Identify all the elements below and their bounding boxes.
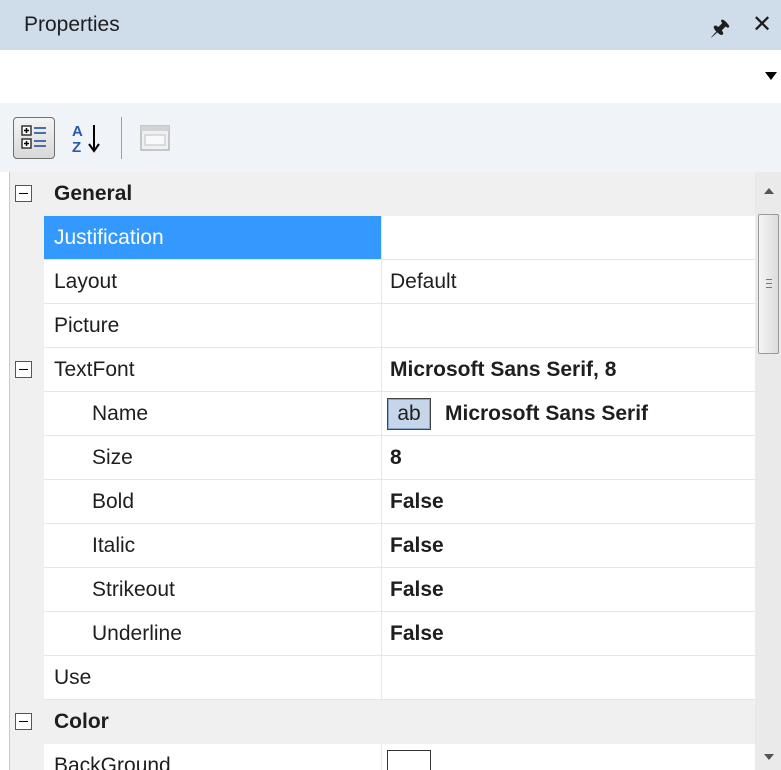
collapse-icon[interactable] <box>15 361 32 378</box>
svg-text:Z: Z <box>72 139 81 156</box>
scroll-down-arrow-icon[interactable] <box>764 754 774 760</box>
property-pages-button[interactable] <box>134 117 176 159</box>
category-row-color[interactable]: Color <box>10 700 756 744</box>
pin-icon[interactable]: 🖈 <box>710 11 730 49</box>
collapse-icon[interactable] <box>15 185 32 202</box>
property-value[interactable]: 8 <box>382 446 402 470</box>
property-row-italic[interactable]: Italic False <box>10 524 756 568</box>
grip-line <box>766 279 772 280</box>
property-value[interactable]: Microsoft Sans Serif <box>431 402 648 426</box>
property-row-textfont[interactable]: TextFont Microsoft Sans Serif, 8 <box>10 348 756 392</box>
property-name: Strikeout <box>92 577 175 601</box>
property-value[interactable]: False <box>382 534 444 558</box>
property-value[interactable]: False <box>382 578 444 602</box>
panel-title: Properties <box>24 13 120 36</box>
gutter <box>10 172 44 216</box>
grip-line <box>766 283 772 284</box>
property-value[interactable]: Default <box>382 270 457 294</box>
toolbar-separator <box>121 117 122 159</box>
property-name: Picture <box>54 313 120 337</box>
properties-toolbar: A Z <box>0 103 781 172</box>
font-preview: ab <box>387 397 431 430</box>
alphabetical-button[interactable]: A Z <box>66 117 108 159</box>
category-label: Color <box>54 710 109 733</box>
property-name: Use <box>54 665 92 689</box>
categorized-button[interactable] <box>13 117 55 159</box>
categorized-icon <box>21 125 46 149</box>
category-row-general[interactable]: General <box>10 172 756 216</box>
property-row-strikeout[interactable]: Strikeout False <box>10 568 756 612</box>
property-value[interactable]: False <box>382 490 444 514</box>
property-row-justification[interactable]: Justification <box>10 216 756 260</box>
scroll-up-arrow-icon[interactable] <box>764 188 774 194</box>
property-name: Bold <box>92 489 135 513</box>
property-name: Name <box>92 401 149 425</box>
collapse-icon[interactable] <box>15 713 32 730</box>
property-name: TextFont <box>54 357 135 381</box>
property-name: Justification <box>54 225 164 249</box>
property-row-font-name[interactable]: Name ab Microsoft Sans Serif <box>10 392 756 436</box>
property-value[interactable]: Microsoft Sans Serif, 8 <box>382 358 616 382</box>
svg-text:A: A <box>72 123 83 140</box>
property-row-background[interactable]: BackGround <box>10 744 756 770</box>
property-row-bold[interactable]: Bold False <box>10 480 756 524</box>
property-pages-icon <box>140 125 170 151</box>
property-name: Underline <box>92 621 182 645</box>
property-name: BackGround <box>54 753 171 770</box>
property-name: Size <box>92 445 133 469</box>
property-grid: General Justification Layout Default Pic… <box>9 172 756 770</box>
vertical-scrollbar[interactable] <box>755 172 781 770</box>
scroll-thumb[interactable] <box>758 214 779 354</box>
object-selector-dropdown[interactable] <box>0 50 781 103</box>
alphabetical-sort-icon: A Z <box>72 123 100 156</box>
dropdown-arrow-icon[interactable] <box>765 72 777 80</box>
color-swatch[interactable] <box>387 749 431 770</box>
property-name: Italic <box>92 533 136 557</box>
category-label: General <box>54 182 133 205</box>
property-value[interactable]: False <box>382 622 444 646</box>
property-row-underline[interactable]: Underline False <box>10 612 756 656</box>
property-row-layout[interactable]: Layout Default <box>10 260 756 304</box>
properties-titlebar: Properties 🖈 ✕ <box>0 0 781 50</box>
grip-line <box>766 287 772 288</box>
property-row-size[interactable]: Size 8 <box>10 436 756 480</box>
property-name: Layout <box>54 269 118 293</box>
property-row-use[interactable]: Use <box>10 656 756 700</box>
property-row-picture[interactable]: Picture <box>10 304 756 348</box>
close-icon[interactable]: ✕ <box>752 10 772 39</box>
